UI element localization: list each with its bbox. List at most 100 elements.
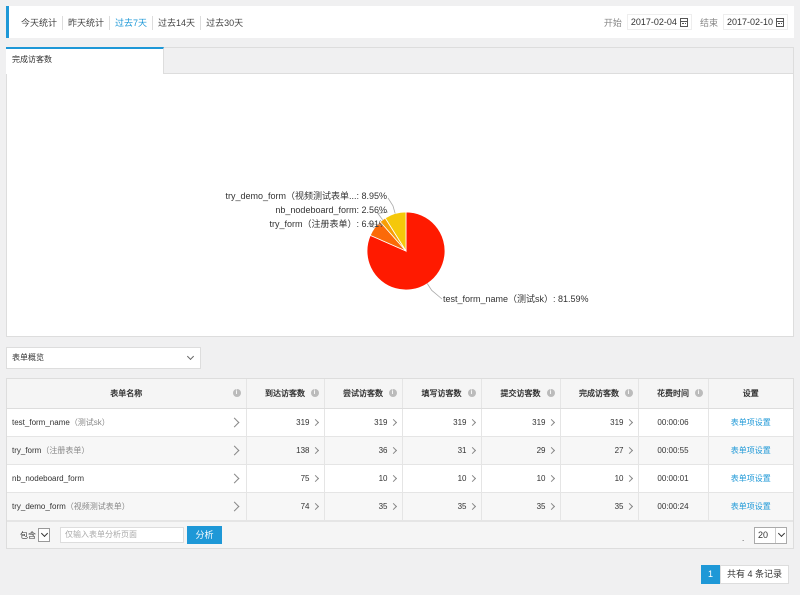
- chevron-right-icon[interactable]: [468, 502, 476, 510]
- form-name: try_demo_form: [12, 501, 66, 511]
- chevron-right-icon[interactable]: [468, 446, 476, 454]
- try-cell[interactable]: 10: [324, 464, 403, 493]
- fill-value: 31: [457, 445, 467, 455]
- form-tag: （视频测试表单）: [65, 501, 130, 511]
- chevron-right-icon[interactable]: [311, 446, 319, 454]
- page-size-value: 20: [758, 530, 769, 540]
- chevron-right-icon[interactable]: [389, 418, 397, 426]
- col-time[interactable]: 花费时间 i: [638, 379, 709, 409]
- chevron-right-icon[interactable]: [311, 474, 319, 482]
- complete-value: 27: [614, 445, 624, 455]
- col-reach[interactable]: 到达访客数 i: [246, 379, 325, 409]
- chevron-down-icon[interactable]: [38, 528, 50, 542]
- pie-slice-label: test_form_name（测试sk）: 81.59%: [443, 293, 589, 304]
- tab-last-7-days[interactable]: 过去7天: [110, 16, 154, 30]
- page-button-current[interactable]: 1: [701, 565, 720, 584]
- reach-cell[interactable]: 319: [246, 408, 325, 437]
- tab-completed-visitors[interactable]: 完成访客数: [6, 47, 164, 74]
- chevron-right-icon[interactable]: [625, 446, 633, 454]
- form-name-cell[interactable]: try_demo_form（视频测试表单）: [7, 492, 247, 521]
- col-form-name[interactable]: 表单名称 i: [7, 379, 247, 409]
- filter-input[interactable]: 仅输入表单分析页面: [60, 527, 184, 543]
- page-size-select[interactable]: 20: [754, 527, 787, 544]
- form-settings-link[interactable]: 表单项设置: [708, 408, 793, 437]
- chevron-right-icon[interactable]: [625, 418, 633, 426]
- pagination: 1 共有 4 条记录: [701, 565, 790, 584]
- chevron-right-icon[interactable]: [229, 417, 239, 427]
- col-try[interactable]: 尝试访客数 i: [324, 379, 403, 409]
- chevron-right-icon[interactable]: [311, 418, 319, 426]
- end-date-input[interactable]: 2017-02-10: [722, 14, 788, 30]
- tab-today[interactable]: 今天统计: [16, 16, 64, 30]
- fill-cell[interactable]: 35: [402, 492, 482, 521]
- form-name-cell[interactable]: nb_nodeboard_form: [7, 464, 247, 493]
- try-value: 10: [378, 473, 388, 483]
- form-settings-link[interactable]: 表单项设置: [708, 436, 793, 465]
- chevron-right-icon[interactable]: [389, 502, 397, 510]
- submit-cell[interactable]: 319: [481, 408, 561, 437]
- info-icon[interactable]: i: [546, 389, 555, 397]
- info-icon[interactable]: i: [694, 389, 703, 397]
- chevron-right-icon[interactable]: [389, 474, 397, 482]
- reach-cell[interactable]: 138: [246, 436, 325, 465]
- contains-select[interactable]: 包含: [20, 527, 50, 543]
- filter-bar: 包含 仅输入表单分析页面 分析 . 20: [7, 521, 793, 548]
- chevron-right-icon[interactable]: [229, 473, 239, 483]
- chevron-right-icon[interactable]: [625, 474, 633, 482]
- col-fill[interactable]: 填写访客数 i: [402, 379, 482, 409]
- submit-cell[interactable]: 10: [481, 464, 561, 493]
- fill-cell[interactable]: 10: [402, 464, 482, 493]
- chevron-right-icon[interactable]: [229, 501, 239, 511]
- chevron-right-icon[interactable]: [547, 446, 555, 454]
- reach-value: 138: [296, 445, 310, 455]
- submit-cell[interactable]: 35: [481, 492, 561, 521]
- end-date-value: 2017-02-10: [726, 17, 773, 27]
- form-name-cell[interactable]: try_form（注册表单）: [7, 436, 247, 465]
- reach-cell[interactable]: 75: [246, 464, 325, 493]
- info-icon[interactable]: i: [232, 389, 241, 397]
- chevron-right-icon[interactable]: [547, 418, 555, 426]
- try-cell[interactable]: 36: [324, 436, 403, 465]
- tab-last-30-days[interactable]: 过去30天: [201, 16, 248, 30]
- col-complete[interactable]: 完成访客数 i: [560, 379, 639, 409]
- page-size-separator: .: [742, 534, 745, 543]
- calendar-icon[interactable]: [776, 17, 784, 27]
- chevron-right-icon[interactable]: [468, 474, 476, 482]
- fill-value: 35: [457, 501, 467, 511]
- chevron-right-icon[interactable]: [547, 502, 555, 510]
- tab-yesterday[interactable]: 昨天统计: [63, 16, 111, 30]
- info-icon[interactable]: i: [624, 389, 633, 397]
- submit-cell[interactable]: 29: [481, 436, 561, 465]
- chevron-down-icon: [775, 528, 786, 543]
- complete-cell[interactable]: 10: [560, 464, 639, 493]
- form-settings-link[interactable]: 表单项设置: [708, 464, 793, 493]
- chevron-right-icon[interactable]: [311, 502, 319, 510]
- try-cell[interactable]: 35: [324, 492, 403, 521]
- pie-slice-label: nb_nodeboard_form: 2.56%: [275, 205, 387, 215]
- col-submit[interactable]: 提交访客数 i: [481, 379, 561, 409]
- chevron-down-icon: [186, 352, 195, 361]
- chevron-right-icon[interactable]: [389, 446, 397, 454]
- chevron-right-icon[interactable]: [547, 474, 555, 482]
- tab-last-14-days[interactable]: 过去14天: [153, 16, 202, 30]
- complete-cell[interactable]: 319: [560, 408, 639, 437]
- reach-cell[interactable]: 74: [246, 492, 325, 521]
- start-date-input[interactable]: 2017-02-04: [626, 14, 692, 30]
- form-settings-link[interactable]: 表单项设置: [708, 492, 793, 521]
- try-cell[interactable]: 319: [324, 408, 403, 437]
- chevron-right-icon[interactable]: [229, 445, 239, 455]
- record-count: 共有 4 条记录: [720, 565, 790, 584]
- chevron-right-icon[interactable]: [468, 418, 476, 426]
- info-icon[interactable]: i: [388, 389, 397, 397]
- fill-cell[interactable]: 319: [402, 408, 482, 437]
- info-icon[interactable]: i: [310, 389, 319, 397]
- complete-cell[interactable]: 27: [560, 436, 639, 465]
- fill-cell[interactable]: 31: [402, 436, 482, 465]
- complete-cell[interactable]: 35: [560, 492, 639, 521]
- table-view-select[interactable]: 表单概览: [6, 347, 201, 369]
- analyze-button[interactable]: 分析: [187, 526, 222, 544]
- form-name-cell[interactable]: test_form_name（测试sk）: [7, 408, 247, 437]
- calendar-icon[interactable]: [679, 17, 688, 27]
- chevron-right-icon[interactable]: [625, 502, 633, 510]
- info-icon[interactable]: i: [467, 389, 476, 397]
